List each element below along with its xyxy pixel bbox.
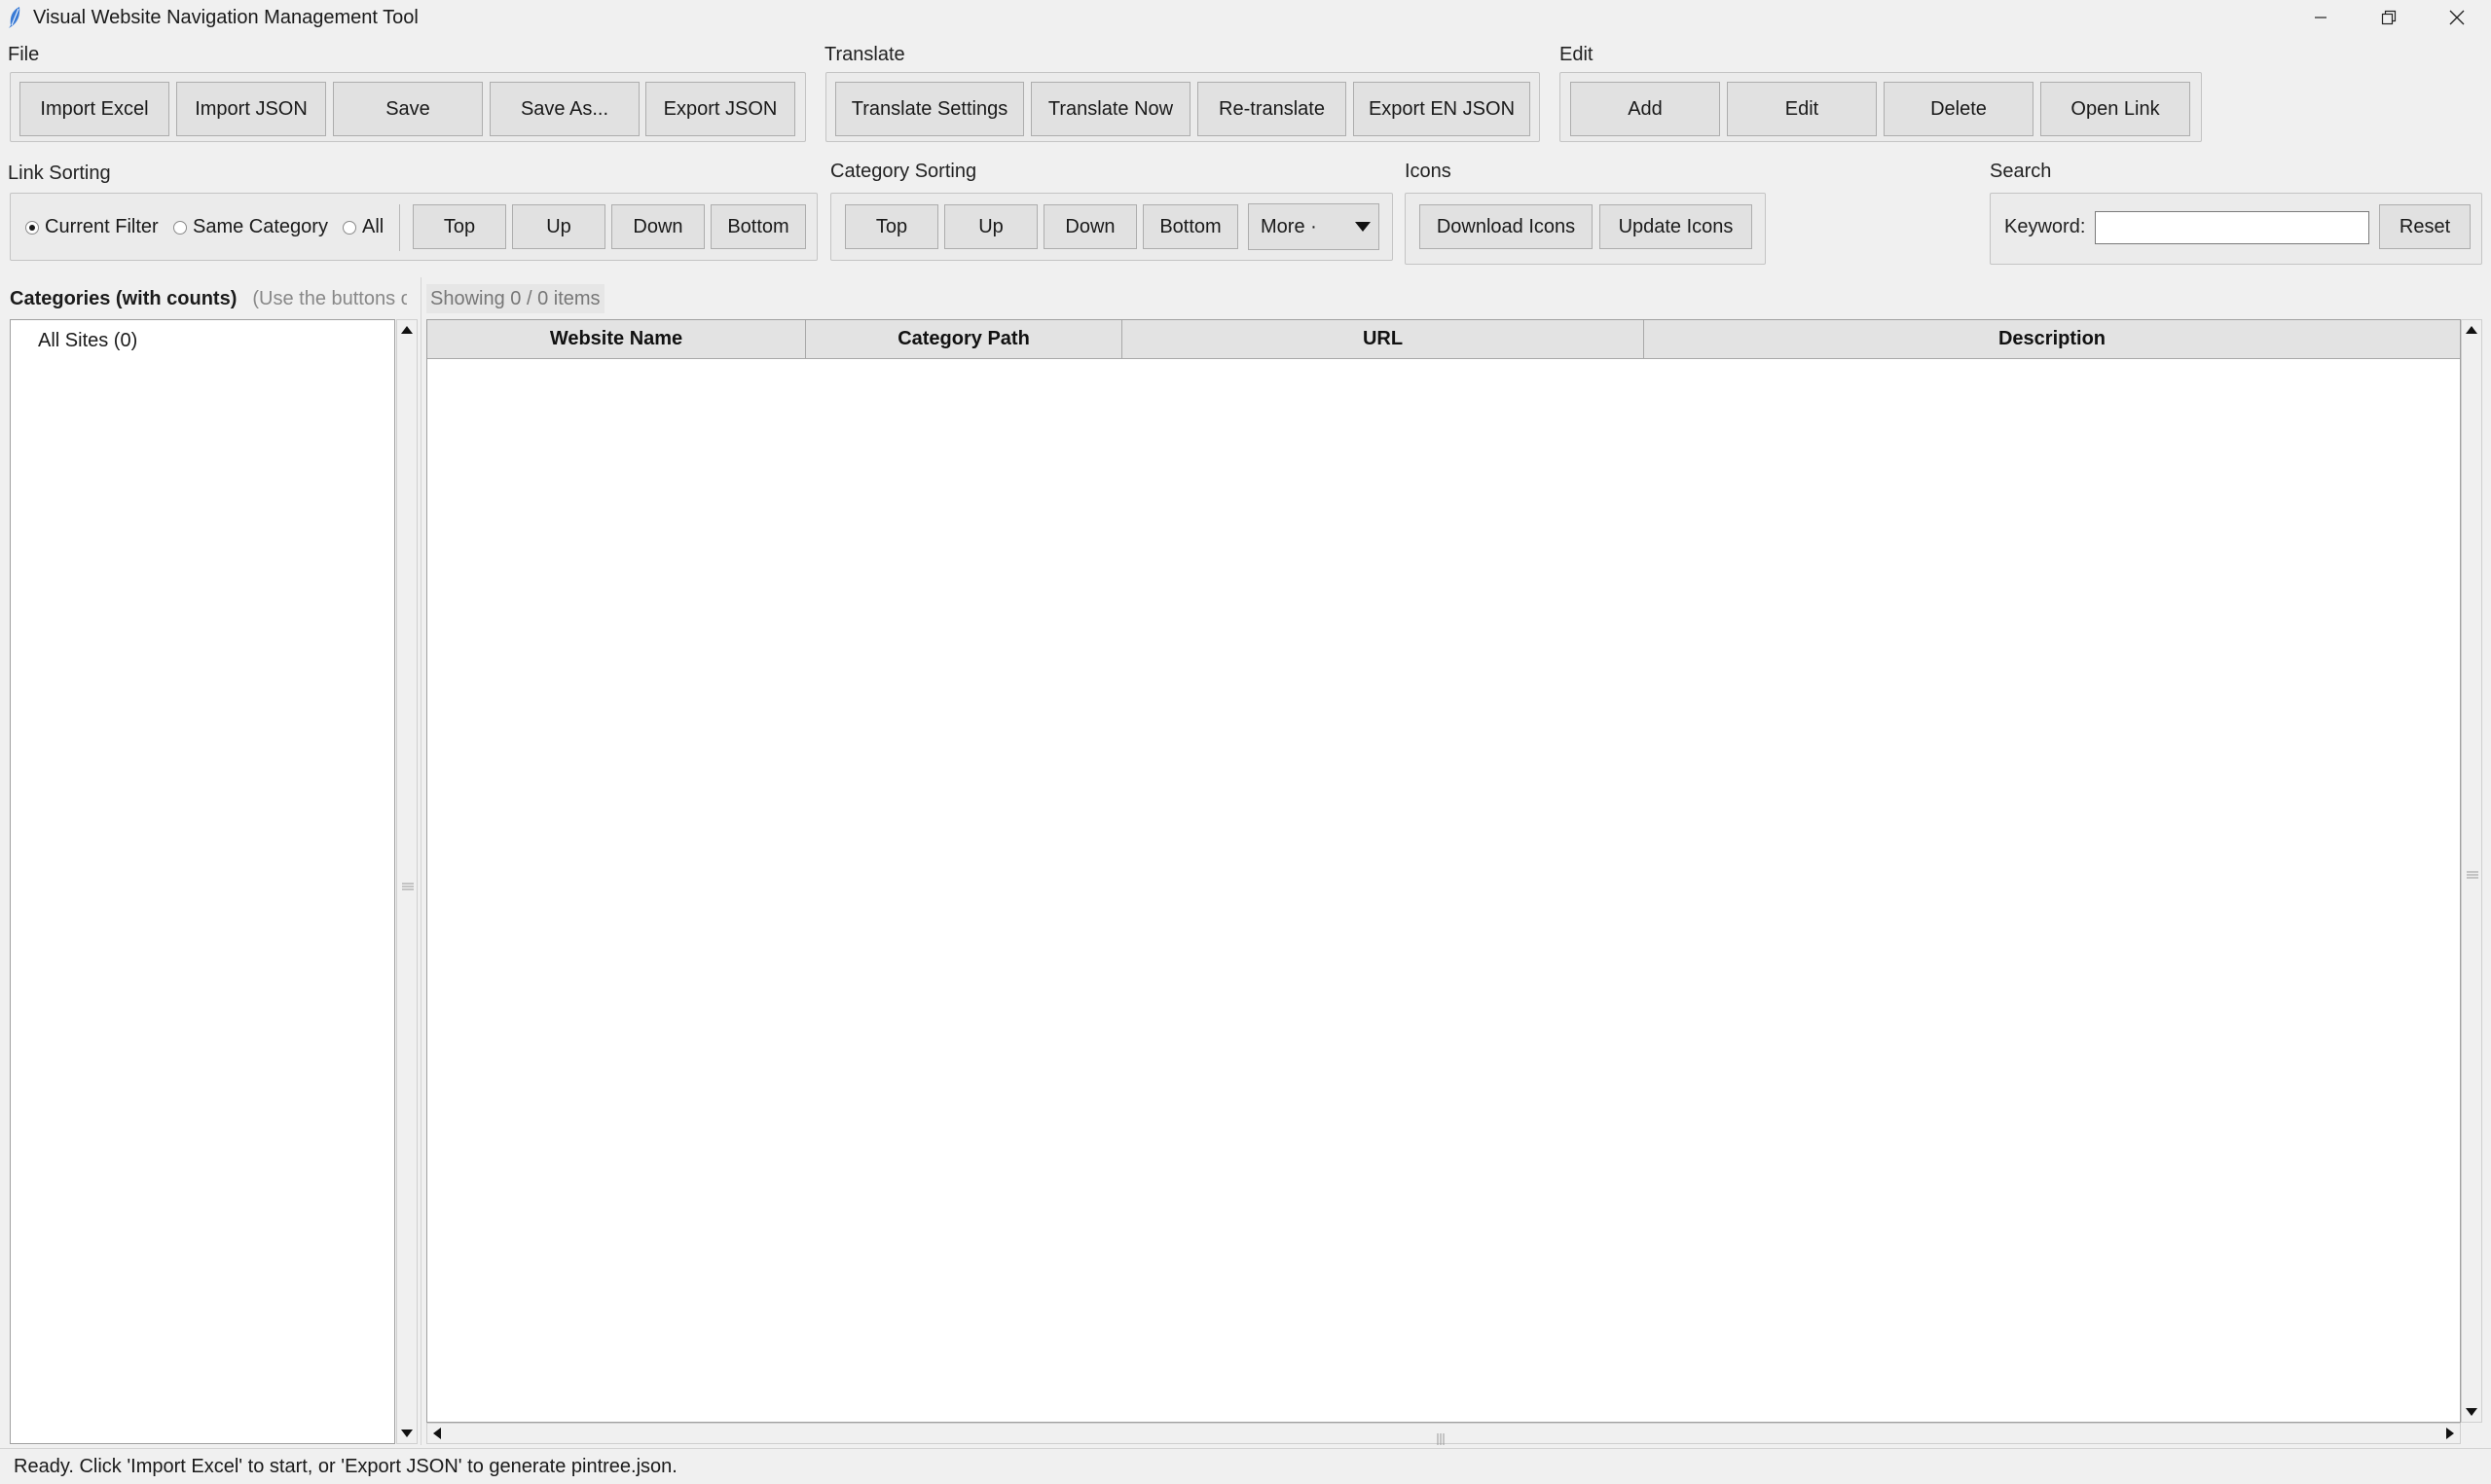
file-group-label: File xyxy=(8,44,40,65)
export-en-json-button[interactable]: Export EN JSON xyxy=(1353,82,1530,136)
translate-now-button[interactable]: Translate Now xyxy=(1031,82,1191,136)
add-button[interactable]: Add xyxy=(1570,82,1720,136)
scroll-up-icon[interactable] xyxy=(2462,320,2481,340)
table-horizontal-scrollbar[interactable] xyxy=(426,1423,2461,1445)
category-sorting-label: Category Sorting xyxy=(830,161,977,182)
minimize-icon[interactable] xyxy=(2287,0,2355,35)
status-bar: Ready. Click 'Import Excel' to start, or… xyxy=(0,1448,2491,1484)
reset-button[interactable]: Reset xyxy=(2379,204,2471,249)
update-icons-button[interactable]: Update Icons xyxy=(1599,204,1752,249)
category-top-button[interactable]: Top xyxy=(845,204,938,249)
column-description[interactable]: Description xyxy=(1644,320,2460,359)
showing-count: Showing 0 / 0 items xyxy=(426,284,604,313)
delete-button[interactable]: Delete xyxy=(1884,82,2033,136)
translate-group-label: Translate xyxy=(824,44,905,65)
category-tree-scrollbar[interactable] xyxy=(396,319,418,1444)
translate-settings-button[interactable]: Translate Settings xyxy=(835,82,1024,136)
column-category-path[interactable]: Category Path xyxy=(806,320,1122,359)
download-icons-button[interactable]: Download Icons xyxy=(1419,204,1593,249)
links-table[interactable]: Website Name Category Path URL Descripti… xyxy=(426,319,2461,1423)
column-url[interactable]: URL xyxy=(1122,320,1644,359)
radio-indicator xyxy=(173,220,187,235)
save-button[interactable]: Save xyxy=(333,82,483,136)
link-down-button[interactable]: Down xyxy=(611,204,705,249)
radio-same-category[interactable]: Same Category xyxy=(173,216,328,238)
restore-icon[interactable] xyxy=(2355,0,2423,35)
column-website-name[interactable]: Website Name xyxy=(427,320,806,359)
scrollbar-grip xyxy=(402,875,414,897)
keyword-input[interactable] xyxy=(2095,211,2369,244)
link-top-button[interactable]: Top xyxy=(413,204,506,249)
edit-button[interactable]: Edit xyxy=(1727,82,1877,136)
scroll-down-icon[interactable] xyxy=(2462,1402,2481,1422)
open-link-button[interactable]: Open Link xyxy=(2040,82,2190,136)
category-tree[interactable]: All Sites (0) xyxy=(10,319,395,1444)
tree-item-all-sites[interactable]: All Sites (0) xyxy=(38,330,137,352)
edit-group-label: Edit xyxy=(1559,44,1594,65)
category-down-button[interactable]: Down xyxy=(1044,204,1137,249)
scroll-left-icon[interactable] xyxy=(427,1424,447,1443)
save-as-button[interactable]: Save As... xyxy=(490,82,640,136)
link-up-button[interactable]: Up xyxy=(512,204,605,249)
scroll-down-icon[interactable] xyxy=(397,1424,417,1443)
category-bottom-button[interactable]: Bottom xyxy=(1143,204,1238,249)
search-group-label: Search xyxy=(1990,161,2052,182)
window-title: Visual Website Navigation Management Too… xyxy=(33,6,419,28)
export-json-button[interactable]: Export JSON xyxy=(645,82,795,136)
radio-current-filter[interactable]: Current Filter xyxy=(25,216,159,238)
keyword-label: Keyword: xyxy=(2004,216,2086,237)
more-dropdown[interactable]: More · xyxy=(1248,203,1379,250)
table-header: Website Name Category Path URL Descripti… xyxy=(427,320,2460,359)
categories-title: Categories (with counts) xyxy=(10,287,238,309)
radio-all[interactable]: All xyxy=(343,216,384,238)
icons-group-label: Icons xyxy=(1405,161,1451,182)
status-text: Ready. Click 'Import Excel' to start, or… xyxy=(14,1455,678,1477)
feather-icon xyxy=(0,0,29,35)
close-icon[interactable] xyxy=(2423,0,2491,35)
scroll-up-icon[interactable] xyxy=(397,320,417,340)
title-bar: Visual Website Navigation Management Too… xyxy=(0,0,2491,35)
import-excel-button[interactable]: Import Excel xyxy=(19,82,169,136)
more-dropdown-label: More · xyxy=(1261,215,1317,237)
categories-hint: (Use the buttons o xyxy=(252,287,407,309)
table-vertical-scrollbar[interactable] xyxy=(2461,319,2482,1423)
divider xyxy=(399,204,400,251)
link-bottom-button[interactable]: Bottom xyxy=(711,204,806,249)
re-translate-button[interactable]: Re-translate xyxy=(1197,82,1346,136)
radio-indicator xyxy=(343,220,356,235)
triangle-down-icon xyxy=(1347,204,1378,249)
scroll-right-icon[interactable] xyxy=(2440,1424,2460,1443)
import-json-button[interactable]: Import JSON xyxy=(176,82,326,136)
radio-indicator xyxy=(25,220,39,235)
category-up-button[interactable]: Up xyxy=(944,204,1038,249)
categories-header: Categories (with counts) (Use the button… xyxy=(10,284,407,313)
link-sorting-label: Link Sorting xyxy=(8,163,111,184)
scrollbar-grip xyxy=(2467,863,2478,886)
